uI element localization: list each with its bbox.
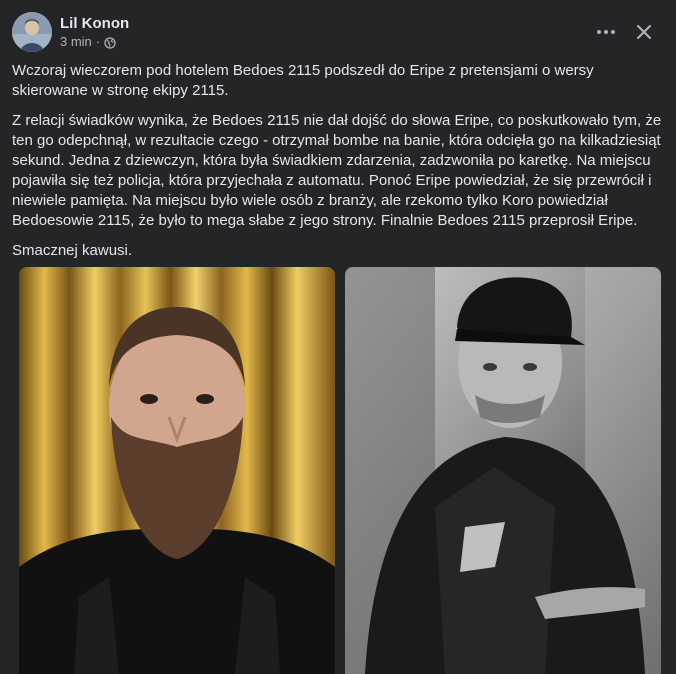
post-photos	[19, 267, 661, 674]
photo-right[interactable]	[345, 267, 661, 674]
post-text: Wczoraj wieczorem pod hotelem Bedoes 211…	[12, 61, 664, 271]
close-icon[interactable]	[628, 16, 660, 48]
more-horizontal-icon[interactable]	[590, 16, 622, 48]
post-actions	[590, 16, 660, 48]
meta-separator: ·	[95, 34, 101, 49]
author-avatar[interactable]	[12, 12, 52, 52]
photo-left[interactable]	[19, 267, 335, 674]
facebook-post: Lil Konon 3 min · Wczoraj wieczorem pod …	[0, 0, 676, 674]
post-paragraph: Smacznej kawusi.	[12, 242, 133, 259]
globe-icon[interactable]	[104, 36, 116, 49]
post-header: Lil Konon 3 min ·	[12, 12, 129, 52]
post-paragraph: Wczoraj wieczorem pod hotelem Bedoes 211…	[12, 62, 594, 99]
post-time[interactable]: 3 min	[60, 33, 92, 50]
post-paragraph: Z relacji świadków wynika, że Bedoes 211…	[12, 112, 662, 229]
post-meta: 3 min ·	[60, 33, 129, 50]
author-name[interactable]: Lil Konon	[60, 14, 129, 33]
